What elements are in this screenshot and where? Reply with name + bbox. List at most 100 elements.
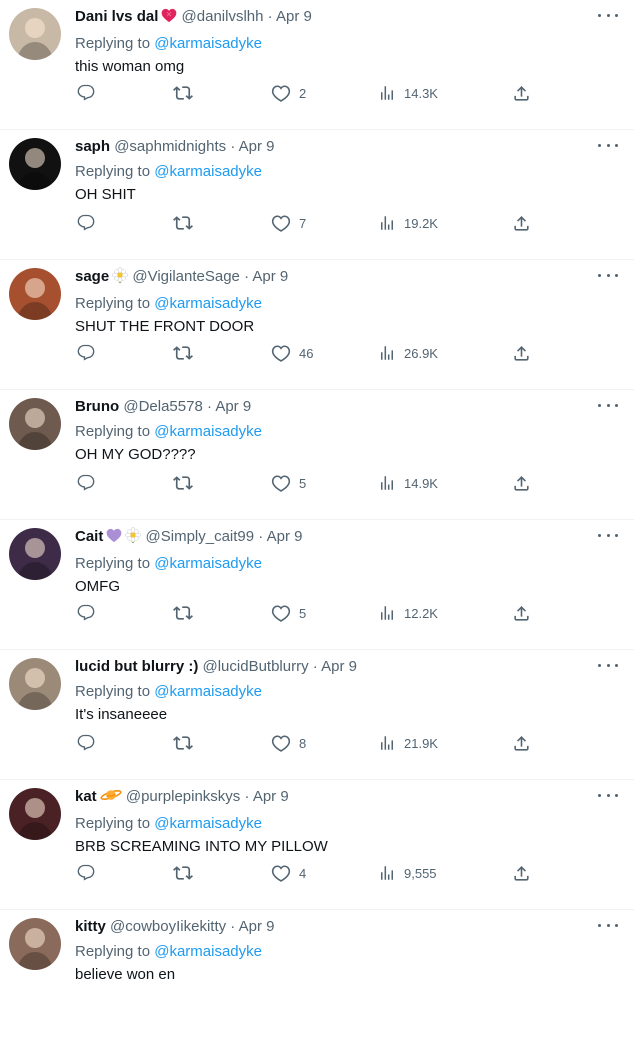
replying-to-label: Replying to: [75, 815, 151, 832]
reply-tweet[interactable]: kitty @cowboyIikekitty · Apr 9 Replying t…: [0, 910, 634, 1040]
retweet-button[interactable]: [173, 342, 193, 364]
avatar[interactable]: [9, 918, 61, 970]
reply-tweet[interactable]: Bruno @Dela5578 · Apr 9 Replying to @karm…: [0, 390, 634, 520]
more-options-icon[interactable]: [598, 268, 618, 282]
tweet-date[interactable]: Apr 9: [321, 658, 357, 675]
views-button[interactable]: 14.9K: [378, 472, 438, 494]
like-button[interactable]: 5: [271, 602, 306, 624]
reply-button[interactable]: [77, 602, 95, 624]
tweet-date[interactable]: Apr 9: [267, 528, 303, 545]
more-options-icon[interactable]: [598, 528, 618, 542]
views-button[interactable]: 14.3K: [378, 82, 438, 104]
reply-button[interactable]: [77, 82, 95, 104]
reply-button[interactable]: [77, 342, 95, 364]
like-button[interactable]: 7: [271, 212, 306, 234]
share-button[interactable]: [512, 732, 531, 754]
views-button[interactable]: 12.2K: [378, 602, 438, 624]
mention-link[interactable]: @karmaisadyke: [154, 683, 262, 700]
tweet-date[interactable]: Apr 9: [215, 398, 251, 415]
reply-tweet[interactable]: Cait @Simply_cait99 · Apr 9 Replying to @…: [0, 520, 634, 650]
avatar[interactable]: [9, 268, 61, 320]
mention-link[interactable]: @karmaisadyke: [154, 555, 262, 572]
share-button[interactable]: [512, 472, 531, 494]
display-name[interactable]: sage: [75, 268, 109, 285]
reply-button[interactable]: [77, 732, 95, 754]
tweet-date[interactable]: Apr 9: [239, 138, 275, 155]
avatar[interactable]: [9, 398, 61, 450]
reply-button[interactable]: [77, 472, 95, 494]
like-button[interactable]: 2: [271, 82, 306, 104]
share-button[interactable]: [512, 602, 531, 624]
heart-icon: [271, 603, 291, 623]
reply-button[interactable]: [77, 862, 95, 884]
reply-button[interactable]: [77, 212, 95, 234]
more-options-icon[interactable]: [598, 398, 618, 412]
user-handle[interactable]: @danilvslhh: [182, 8, 264, 25]
reply-icon: [77, 84, 95, 102]
mention-link[interactable]: @karmaisadyke: [154, 35, 262, 52]
like-button[interactable]: 4: [271, 862, 306, 884]
tweet-date[interactable]: Apr 9: [276, 8, 312, 25]
more-options-icon[interactable]: [598, 918, 618, 932]
user-handle[interactable]: @VigilanteSage: [132, 268, 240, 285]
user-handle[interactable]: @Simply_cait99: [146, 528, 255, 545]
retweet-button[interactable]: [173, 732, 193, 754]
retweet-button[interactable]: [173, 472, 193, 494]
display-name[interactable]: Cait: [75, 528, 103, 545]
like-button[interactable]: 46: [271, 342, 313, 364]
like-button[interactable]: 5: [271, 472, 306, 494]
views-button[interactable]: 9,555: [378, 862, 437, 884]
views-button[interactable]: 19.2K: [378, 212, 438, 234]
like-count: 7: [299, 215, 307, 231]
display-name[interactable]: Dani lvs dal: [75, 8, 158, 25]
share-button[interactable]: [512, 212, 531, 234]
more-options-icon[interactable]: [598, 658, 618, 672]
more-options-icon[interactable]: [598, 788, 618, 802]
tweet-text: OH SHIT: [75, 186, 136, 203]
like-button[interactable]: 8: [271, 732, 306, 754]
views-button[interactable]: 26.9K: [378, 342, 438, 364]
mention-link[interactable]: @karmaisadyke: [154, 423, 262, 440]
retweet-button[interactable]: [173, 212, 193, 234]
tweet-date[interactable]: Apr 9: [239, 918, 275, 935]
mention-link[interactable]: @karmaisadyke: [154, 815, 262, 832]
separator-dot: ·: [230, 138, 236, 155]
avatar[interactable]: [9, 8, 61, 60]
tweet-date[interactable]: Apr 9: [253, 788, 289, 805]
avatar[interactable]: [9, 528, 61, 580]
reply-tweet[interactable]: sage @VigilanteSage · Apr 9 Replying to @…: [0, 260, 634, 390]
mention-link[interactable]: @karmaisadyke: [154, 163, 262, 180]
user-handle[interactable]: @lucidButblurry: [203, 658, 309, 675]
display-name[interactable]: lucid but blurry :): [75, 658, 198, 675]
replying-to-line: Replying to @karmaisadyke: [75, 552, 594, 575]
avatar[interactable]: [9, 658, 61, 710]
user-handle[interactable]: @cowboyIikekitty: [110, 918, 226, 935]
share-button[interactable]: [512, 82, 531, 104]
share-button[interactable]: [512, 342, 531, 364]
mention-link[interactable]: @karmaisadyke: [154, 943, 262, 960]
display-name[interactable]: Bruno: [75, 398, 119, 415]
avatar[interactable]: [9, 788, 61, 840]
display-name[interactable]: saph: [75, 138, 110, 155]
more-options-icon[interactable]: [598, 8, 618, 22]
user-handle[interactable]: @saphmidnights: [114, 138, 226, 155]
tweet-date[interactable]: Apr 9: [252, 268, 288, 285]
reply-tweet[interactable]: saph @saphmidnights · Apr 9 Replying to @…: [0, 130, 634, 260]
reply-tweet[interactable]: kat @purplepinkskys · Apr 9 Replying to @…: [0, 780, 634, 910]
retweet-button[interactable]: [173, 862, 193, 884]
reply-tweet[interactable]: lucid but blurry :) @lucidButblurry · Ap…: [0, 650, 634, 780]
mention-link[interactable]: @karmaisadyke: [154, 295, 262, 312]
share-button[interactable]: [512, 862, 531, 884]
retweet-button[interactable]: [173, 82, 193, 104]
more-options-icon[interactable]: [598, 138, 618, 152]
retweet-button[interactable]: [173, 602, 193, 624]
display-name[interactable]: kat: [75, 788, 97, 805]
reply-tweet[interactable]: Dani lvs dal @danilvslhh · Apr 9 Replying…: [0, 0, 634, 130]
user-handle[interactable]: @Dela5578: [123, 398, 202, 415]
avatar[interactable]: [9, 138, 61, 190]
views-button[interactable]: 21.9K: [378, 732, 438, 754]
analytics-icon: [378, 734, 396, 752]
tweet-text: SHUT THE FRONT DOOR: [75, 318, 255, 335]
display-name[interactable]: kitty: [75, 918, 106, 935]
user-handle[interactable]: @purplepinkskys: [126, 788, 240, 805]
